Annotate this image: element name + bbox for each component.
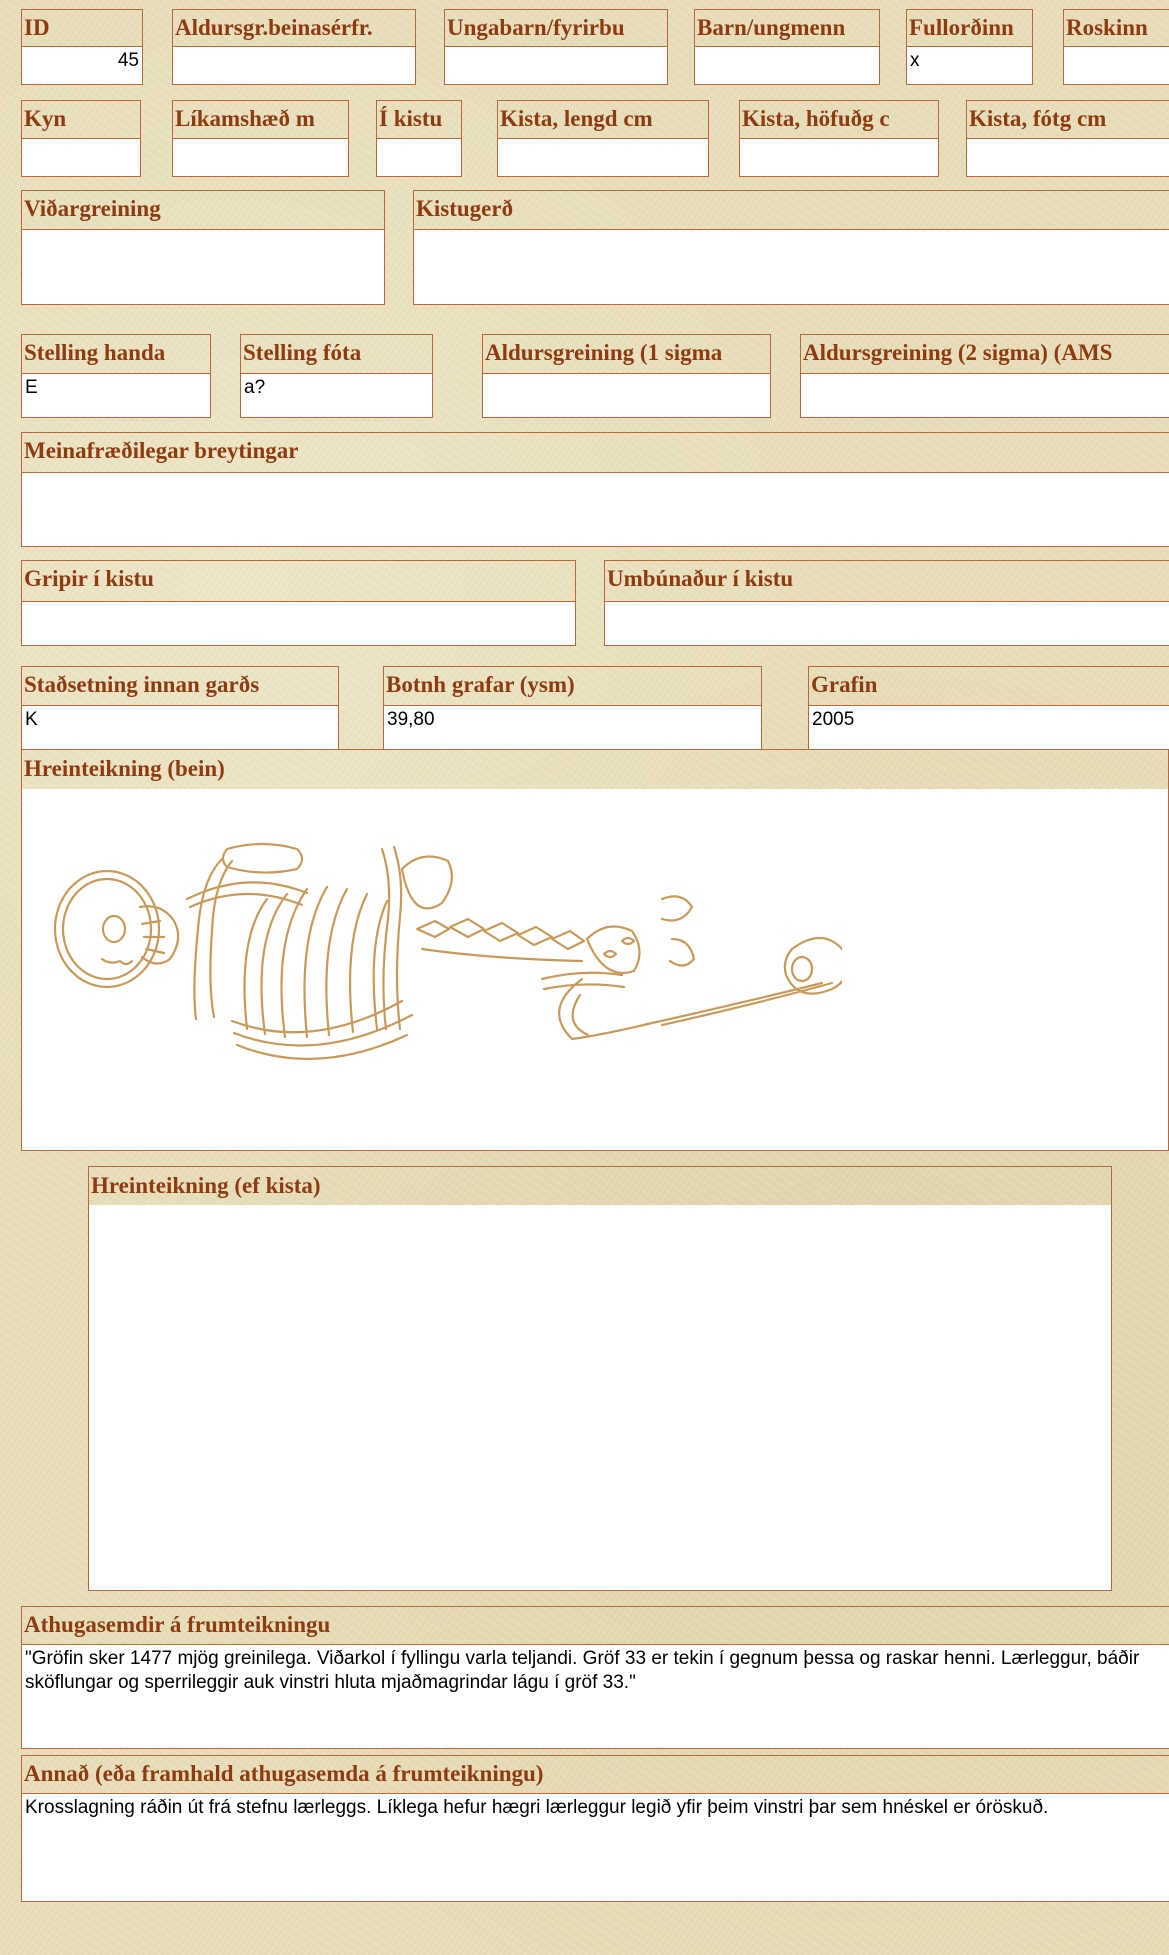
panel-hreinteikning-kista: Hreinteikning (ef kista) (88, 1166, 1112, 1591)
field-likamshaed: Líkamshæð m (172, 100, 349, 177)
field-grafin-label: Grafin (811, 672, 878, 697)
field-meinafraedi: Meinafræðilegar breytingar (21, 432, 1169, 547)
field-kista-lengd: Kista, lengd cm (497, 100, 709, 177)
field-aldur-1sigma-value[interactable] (483, 373, 770, 417)
field-aldur-1sigma-label: Aldursgreining (1 sigma (485, 340, 723, 365)
field-athugasemdir: Athugasemdir á frumteikningu "Gröfin ske… (21, 1606, 1169, 1749)
field-barn: Barn/ungmenn (694, 9, 880, 85)
skeleton-drawing-area (22, 789, 1168, 1150)
field-roskinn-value[interactable] (1064, 46, 1169, 84)
field-kistugerd-label: Kistugerð (416, 196, 514, 221)
field-vidargreining-value[interactable] (22, 229, 384, 304)
field-ungabarn-label: Ungabarn/fyrirbu (447, 15, 625, 40)
field-kista-fotg-value[interactable] (967, 138, 1169, 176)
field-aldur-beinaserfr-value[interactable] (173, 46, 415, 84)
field-botnh-grafar: Botnh grafar (ysm) 39,80 (383, 666, 762, 750)
field-gripir-label: Gripir í kistu (24, 566, 154, 591)
field-roskinn: Roskinn (1063, 9, 1169, 85)
field-umbunadur-value[interactable] (605, 601, 1169, 645)
field-aldur-2sigma: Aldursgreining (2 sigma) (AMS (800, 334, 1169, 418)
field-meinafraedi-label: Meinafræðilegar breytingar (24, 438, 299, 463)
field-gripir: Gripir í kistu (21, 560, 576, 646)
field-umbunadur: Umbúnaður í kistu (604, 560, 1169, 646)
field-aldur-beinaserfr: Aldursgr.beinasérfr. (172, 9, 416, 85)
field-stadsetning-value[interactable]: K (22, 705, 338, 749)
field-likamshaed-label: Líkamshæð m (175, 106, 315, 131)
field-annad-value[interactable]: Krosslagning ráðin út frá stefnu lærlegg… (22, 1793, 1169, 1901)
field-kista-fotg: Kista, fótg cm (966, 100, 1169, 177)
field-kistugerd: Kistugerð (413, 190, 1169, 305)
coffin-drawing-area (89, 1205, 1111, 1590)
panel-hreinteikning-bein: Hreinteikning (bein) (21, 749, 1169, 1151)
field-athugasemdir-label: Athugasemdir á frumteikningu (24, 1612, 331, 1637)
skeleton-drawing-icon (53, 842, 842, 1060)
field-kista-hofudg-value[interactable] (740, 138, 938, 176)
field-id: ID 45 (21, 9, 143, 85)
field-botnh-grafar-value[interactable]: 39,80 (384, 705, 761, 749)
field-ungabarn: Ungabarn/fyrirbu (444, 9, 668, 85)
field-fullordinn-value[interactable]: x (907, 46, 1032, 84)
field-kista-hofudg-label: Kista, höfuðg c (742, 106, 890, 131)
field-fullordinn-label: Fullorðinn (909, 15, 1014, 40)
field-aldur-1sigma: Aldursgreining (1 sigma (482, 334, 771, 418)
field-umbunadur-label: Umbúnaður í kistu (607, 566, 794, 591)
field-vidargreining-label: Viðargreining (24, 196, 161, 221)
field-stadsetning-label: Staðsetning innan garðs (24, 672, 260, 697)
field-likamshaed-value[interactable] (173, 138, 348, 176)
field-aldur-2sigma-value[interactable] (801, 373, 1169, 417)
field-stelling-fota-value[interactable]: a? (241, 373, 432, 417)
field-kista-hofudg: Kista, höfuðg c (739, 100, 939, 177)
field-stelling-handa-label: Stelling handa (24, 340, 166, 365)
field-meinafraedi-value[interactable] (22, 472, 1169, 546)
field-stadsetning: Staðsetning innan garðs K (21, 666, 339, 750)
field-i-kistu-value[interactable] (377, 138, 461, 176)
field-grafin-value[interactable]: 2005 (809, 705, 1169, 749)
field-kistugerd-value[interactable] (414, 229, 1169, 304)
field-aldur-2sigma-label: Aldursgreining (2 sigma) (AMS (803, 340, 1113, 365)
field-vidargreining: Viðargreining (21, 190, 385, 305)
field-kista-lengd-label: Kista, lengd cm (500, 106, 653, 131)
field-kyn: Kyn (21, 100, 141, 177)
field-kista-fotg-label: Kista, fótg cm (969, 106, 1107, 131)
field-roskinn-label: Roskinn (1066, 15, 1148, 40)
field-id-label: ID (24, 15, 50, 40)
field-i-kistu-label: Í kistu (379, 106, 443, 131)
panel-hreinteikning-bein-label: Hreinteikning (bein) (24, 756, 225, 781)
field-stelling-fota: Stelling fóta a? (240, 334, 433, 418)
field-stelling-handa: Stelling handa E (21, 334, 211, 418)
field-annad: Annað (eða framhald athugasemda á frumte… (21, 1755, 1169, 1902)
field-fullordinn: Fullorðinn x (906, 9, 1033, 85)
field-kyn-value[interactable] (22, 138, 140, 176)
field-annad-label: Annað (eða framhald athugasemda á frumte… (24, 1761, 544, 1786)
field-stelling-fota-label: Stelling fóta (243, 340, 362, 365)
field-ungabarn-value[interactable] (445, 46, 667, 84)
field-kista-lengd-value[interactable] (498, 138, 708, 176)
field-athugasemdir-value[interactable]: "Gröfin sker 1477 mjög greinilega. Viðar… (22, 1644, 1169, 1748)
field-barn-value[interactable] (695, 46, 879, 84)
field-gripir-value[interactable] (22, 601, 575, 645)
field-grafin: Grafin 2005 (808, 666, 1169, 750)
field-stelling-handa-value[interactable]: E (22, 373, 210, 417)
field-botnh-grafar-label: Botnh grafar (ysm) (386, 672, 575, 697)
panel-hreinteikning-kista-label: Hreinteikning (ef kista) (91, 1173, 321, 1198)
field-i-kistu: Í kistu (376, 100, 462, 177)
field-kyn-label: Kyn (24, 106, 67, 131)
field-aldur-beinaserfr-label: Aldursgr.beinasérfr. (175, 15, 373, 40)
field-id-value[interactable]: 45 (22, 46, 142, 84)
field-barn-label: Barn/ungmenn (697, 15, 846, 40)
